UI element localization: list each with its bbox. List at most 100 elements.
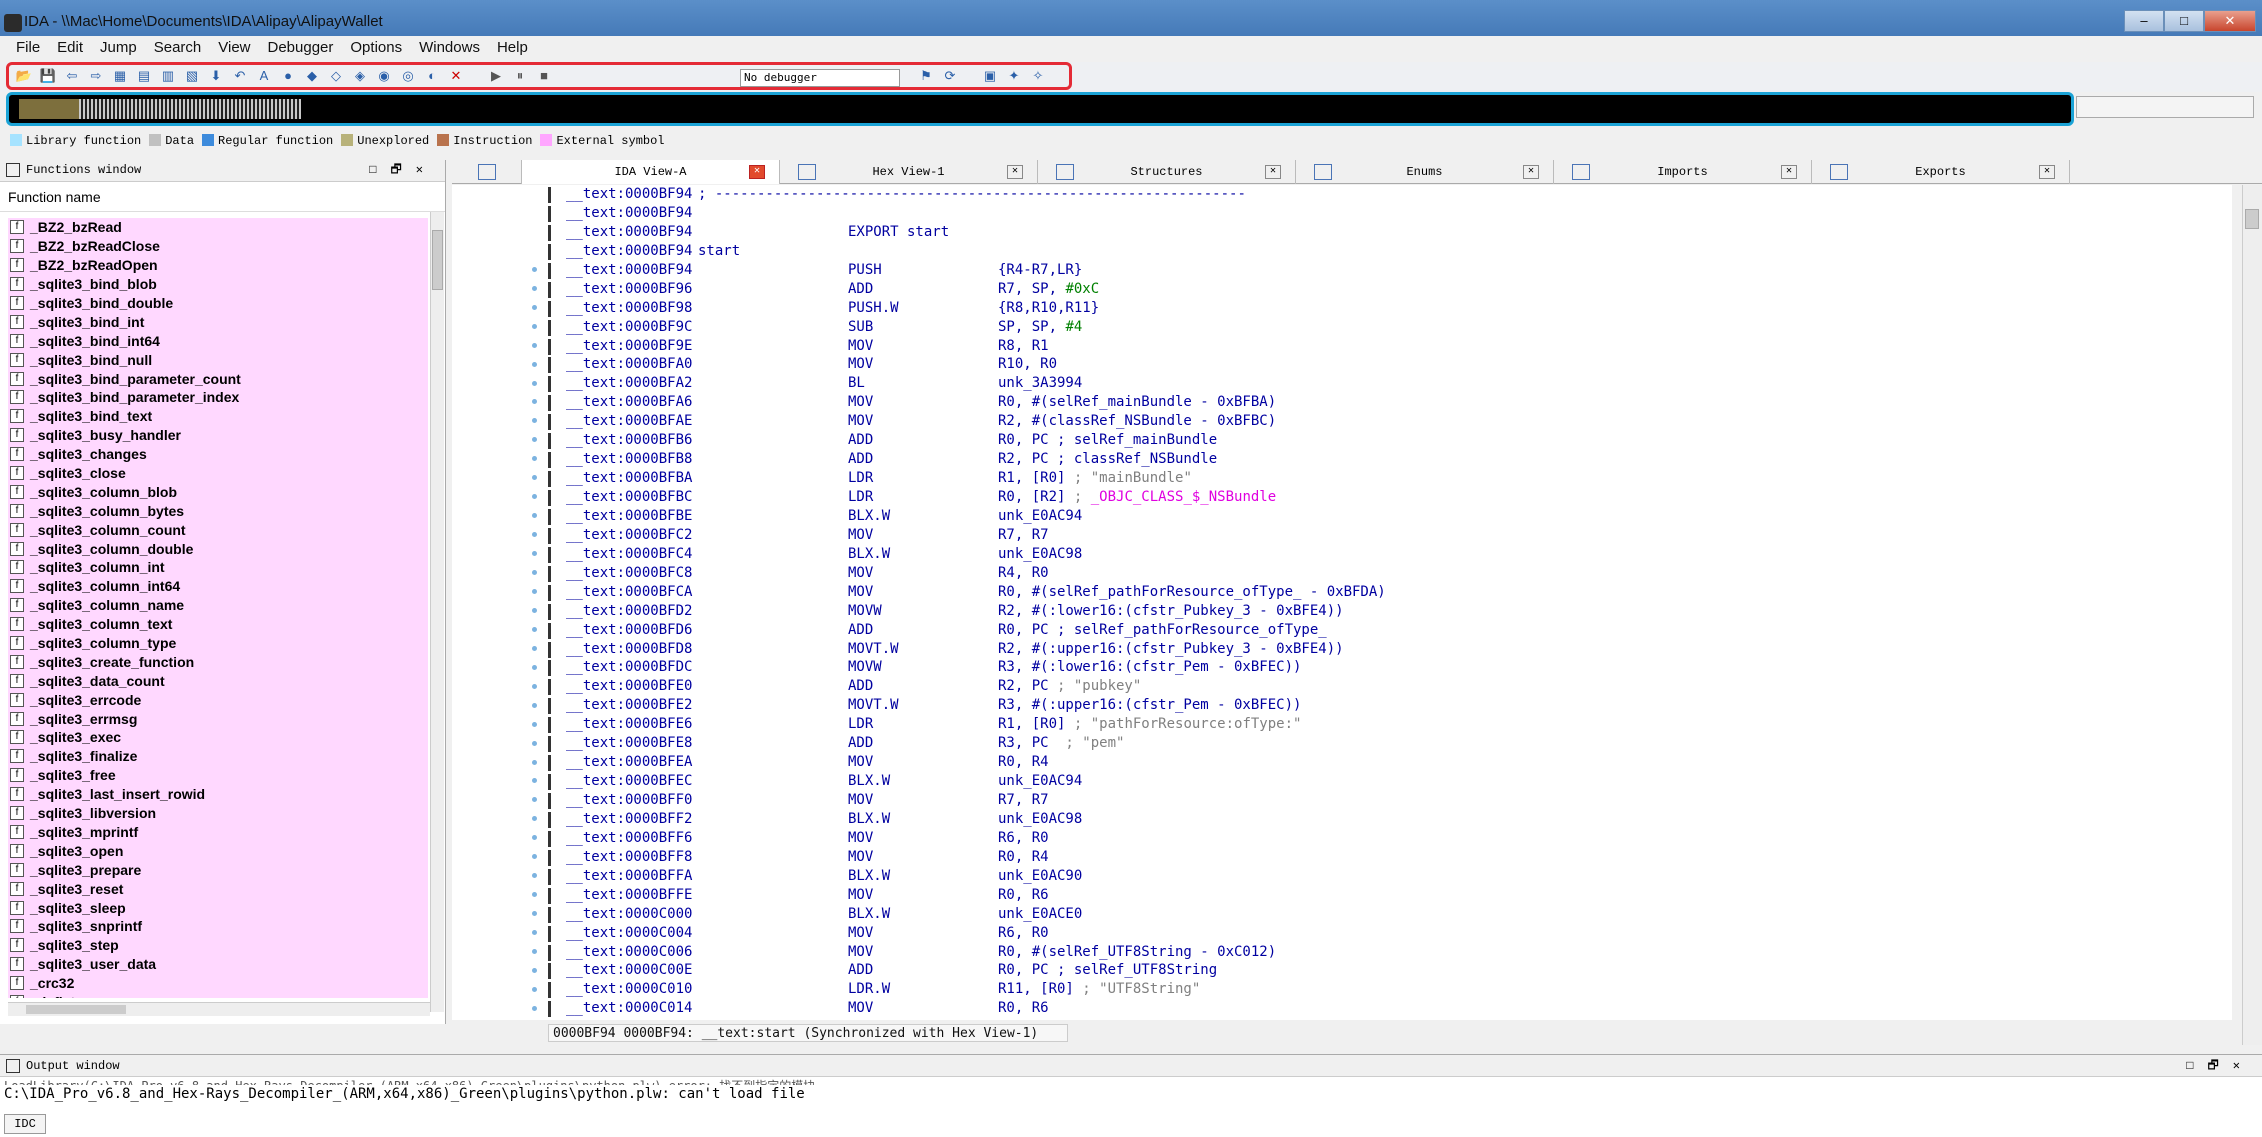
navigation-band[interactable] (6, 92, 2074, 126)
minimize-button[interactable]: – (2124, 10, 2164, 32)
bulb-icon[interactable]: ● (278, 67, 298, 85)
stop-icon[interactable]: ■ (534, 67, 554, 85)
close-icon[interactable]: ✕ (1523, 165, 1539, 179)
function-item[interactable]: f _BZ2_bzRead (8, 218, 428, 237)
functions-hscrollbar[interactable] (8, 1002, 430, 1016)
function-item[interactable]: f _sqlite3_column_int64 (8, 577, 428, 596)
function-item[interactable]: f _sqlite3_libversion (8, 804, 428, 823)
function-item[interactable]: f _sqlite3_mprintf (8, 823, 428, 842)
close-icon[interactable]: ✕ (2039, 165, 2055, 179)
menu-view[interactable]: View (210, 36, 259, 60)
code-icon[interactable]: ◆ (302, 67, 322, 85)
function-item[interactable]: f _sqlite3_errcode (8, 690, 428, 709)
function-name-column[interactable]: Function name (0, 182, 445, 212)
save-icon[interactable]: 💾 (38, 67, 58, 85)
function-item[interactable]: f _sqlite3_column_text (8, 615, 428, 634)
function-item[interactable]: f _sqlite3_exec (8, 728, 428, 747)
offset-icon[interactable]: ◐ (422, 67, 442, 85)
function-item[interactable]: f _BZ2_bzReadClose (8, 237, 428, 256)
function-item[interactable]: f _sqlite3_column_count (8, 520, 428, 539)
menu-debugger[interactable]: Debugger (260, 36, 343, 60)
undefine-icon[interactable]: ✕ (446, 67, 466, 85)
function-item[interactable]: f _sqlite3_create_function (8, 652, 428, 671)
function-item[interactable]: f _sqlite3_last_insert_rowid (8, 785, 428, 804)
data-icon[interactable]: ◇ (326, 67, 346, 85)
function-item[interactable]: f _sqlite3_column_double (8, 539, 428, 558)
open-icon[interactable]: 📂 (14, 67, 34, 85)
pause-icon[interactable]: ⏸ (510, 67, 530, 85)
function-item[interactable]: f _sqlite3_sleep (8, 898, 428, 917)
function-item[interactable]: f _sqlite3_free (8, 766, 428, 785)
function-item[interactable]: f _sqlite3_bind_int64 (8, 331, 428, 350)
close-button[interactable]: ✕ (2204, 10, 2256, 32)
tab-enums[interactable]: Enums ✕ (1296, 160, 1554, 184)
idc-button[interactable]: IDC (4, 1114, 46, 1134)
sync-icon[interactable]: ⟳ (940, 67, 960, 85)
back-icon[interactable]: ⇦ (62, 67, 82, 85)
search-text-icon[interactable]: ▤ (134, 67, 154, 85)
function-item[interactable]: f _sqlite3_column_blob (8, 482, 428, 501)
function-item[interactable]: f _sqlite3_bind_parameter_index (8, 388, 428, 407)
close-icon[interactable]: ✕ (1007, 165, 1023, 179)
xref-icon[interactable]: ✧ (1028, 67, 1048, 85)
output-window-buttons[interactable]: □🗗✕ (2186, 1055, 2254, 1077)
close-icon[interactable]: ✕ (749, 165, 765, 179)
function-item[interactable]: f _sqlite3_snprintf (8, 917, 428, 936)
function-item[interactable]: f _crc32 (8, 974, 428, 993)
function-item[interactable]: f _deflate (8, 993, 428, 998)
function-item[interactable]: f _sqlite3_bind_parameter_count (8, 369, 428, 388)
array-icon[interactable]: ◉ (374, 67, 394, 85)
menu-edit[interactable]: Edit (49, 36, 92, 60)
struct-icon[interactable]: ◈ (350, 67, 370, 85)
functions-window-buttons[interactable]: □🗗✕ (369, 160, 437, 180)
disassembly-scrollbar[interactable] (2242, 185, 2262, 1045)
menu-jump[interactable]: Jump (92, 36, 146, 60)
maximize-button[interactable]: □ (2164, 10, 2204, 32)
tab-structures[interactable]: Structures ✕ (1038, 160, 1296, 184)
function-item[interactable]: f _sqlite3_bind_double (8, 294, 428, 313)
menu-windows[interactable]: Windows (411, 36, 489, 60)
debugger-select[interactable]: No debugger (740, 69, 900, 87)
search-next-icon[interactable]: ▧ (182, 67, 202, 85)
close-icon[interactable]: ✕ (1781, 165, 1797, 179)
play-icon[interactable]: ▶ (486, 67, 506, 85)
menu-search[interactable]: Search (146, 36, 211, 60)
function-item[interactable]: f _sqlite3_data_count (8, 671, 428, 690)
function-item[interactable]: f _sqlite3_column_type (8, 634, 428, 653)
graph-icon[interactable]: ▣ (980, 67, 1000, 85)
function-item[interactable]: f _sqlite3_user_data (8, 955, 428, 974)
tab-imports[interactable]: Imports ✕ (1554, 160, 1812, 184)
function-item[interactable]: f _sqlite3_busy_handler (8, 426, 428, 445)
text-icon[interactable]: A (254, 67, 274, 85)
function-item[interactable]: f _sqlite3_bind_blob (8, 275, 428, 294)
function-item[interactable]: f _sqlite3_changes (8, 445, 428, 464)
undo-icon[interactable]: ↶ (230, 67, 250, 85)
function-item[interactable]: f _sqlite3_column_bytes (8, 501, 428, 520)
function-item[interactable]: f _sqlite3_step (8, 936, 428, 955)
flow-icon[interactable]: ✦ (1004, 67, 1024, 85)
function-item[interactable]: f _sqlite3_bind_null (8, 350, 428, 369)
function-item[interactable]: f _sqlite3_prepare (8, 860, 428, 879)
search-binary-icon[interactable]: ▦ (110, 67, 130, 85)
search-imm-icon[interactable]: ▥ (158, 67, 178, 85)
function-item[interactable]: f _sqlite3_errmsg (8, 709, 428, 728)
nav-dropdown[interactable] (2076, 96, 2254, 118)
down-arrow-icon[interactable]: ⬇ (206, 67, 226, 85)
tab-graph-toggle[interactable] (452, 160, 522, 184)
function-item[interactable]: f _sqlite3_bind_int (8, 312, 428, 331)
function-item[interactable]: f _sqlite3_close (8, 464, 428, 483)
disassembly-view[interactable]: __text:0000BF94 ; -----------------------… (452, 185, 2232, 1020)
menu-help[interactable]: Help (489, 36, 537, 60)
function-item[interactable]: f _BZ2_bzReadOpen (8, 256, 428, 275)
function-item[interactable]: f _sqlite3_bind_text (8, 407, 428, 426)
function-item[interactable]: f _sqlite3_finalize (8, 747, 428, 766)
function-item[interactable]: f _sqlite3_open (8, 841, 428, 860)
menu-file[interactable]: File (8, 36, 49, 60)
functions-scrollbar[interactable] (430, 212, 444, 1012)
menu-options[interactable]: Options (342, 36, 411, 60)
tab-exports[interactable]: Exports ✕ (1812, 160, 2070, 184)
tab-ida-view-a[interactable]: IDA View-A ✕ (522, 160, 780, 184)
external-symbol[interactable]: _OBJC_CLASS_$_NSBundle (1091, 489, 1276, 505)
breakpoint-icon[interactable]: ⚑ (916, 67, 936, 85)
forward-icon[interactable]: ⇨ (86, 67, 106, 85)
